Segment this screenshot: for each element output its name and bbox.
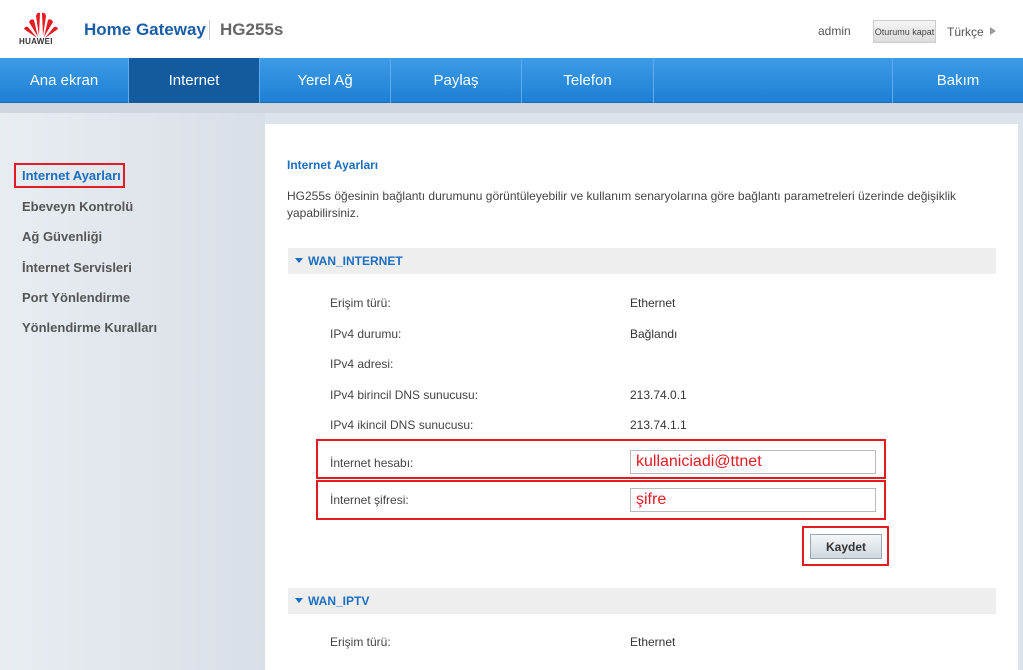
logout-button[interactable]: Oturumu kapat <box>873 20 936 43</box>
field-value: 213.74.1.1 <box>630 418 687 432</box>
field-label: IPv4 adresi: <box>330 357 394 371</box>
section-title: WAN_IPTV <box>308 594 370 608</box>
sidebar-item-port-forwarding[interactable]: Port Yönlendirme <box>22 290 130 305</box>
content-stripe <box>0 103 1023 113</box>
chevron-down-icon[interactable] <box>295 258 303 263</box>
field-label: Erişim türü: <box>330 296 391 310</box>
field-value: Bağlandı <box>630 327 678 341</box>
sidebar-item-network-security[interactable]: Ağ Güvenliği <box>22 229 102 244</box>
sidebar <box>0 113 265 670</box>
page-title: Internet Ayarları <box>287 158 379 172</box>
section-header-wan-iptv[interactable]: WAN_IPTV <box>288 588 996 614</box>
nav-item-maintenance[interactable]: Bakım <box>893 58 1023 103</box>
brand-title: Home Gateway <box>84 20 206 39</box>
sidebar-item-parental-control[interactable]: Ebeveyn Kontrolü <box>22 199 133 214</box>
model-name: HG255s <box>220 20 284 39</box>
chevron-down-icon[interactable] <box>295 598 303 603</box>
logo-text: HUAWEI <box>19 37 53 46</box>
page-description: HG255s öğesinin bağlantı durumunu görünt… <box>287 189 957 220</box>
header: HUAWEI Home Gateway HG255s admin Oturumu… <box>0 0 1023 58</box>
main-nav: Ana ekran Internet Yerel Ağ Paylaş Telef… <box>0 58 1023 103</box>
field-label: IPv4 birincil DNS sunucusu: <box>330 388 479 402</box>
account-label: İnternet hesabı: <box>330 456 414 470</box>
header-divider <box>209 20 210 40</box>
username: admin <box>818 24 851 38</box>
internet-account-input[interactable] <box>630 450 876 474</box>
highlight-box <box>14 163 125 188</box>
field-label: IPv4 ikincil DNS sunucusu: <box>330 418 474 432</box>
internet-password-input[interactable] <box>630 488 876 512</box>
sidebar-item-routing-rules[interactable]: Yönlendirme Kuralları <box>22 320 157 335</box>
save-button[interactable]: Kaydet <box>810 534 882 559</box>
field-label: IPv4 durumu: <box>330 327 402 341</box>
password-label: İnternet şifresi: <box>330 493 409 507</box>
nav-spacer <box>654 58 893 103</box>
sidebar-item-internet-services[interactable]: İnternet Servisleri <box>22 260 132 275</box>
section-header-wan-internet[interactable]: WAN_INTERNET <box>288 248 996 274</box>
field-value: 213.74.0.1 <box>630 388 687 402</box>
nav-item-home[interactable]: Ana ekran <box>0 58 129 103</box>
nav-item-internet[interactable]: Internet <box>129 58 260 103</box>
field-value: Ethernet <box>630 296 676 310</box>
language-selector[interactable]: Türkçe <box>947 25 984 39</box>
nav-item-phone[interactable]: Telefon <box>522 58 654 103</box>
nav-item-share[interactable]: Paylaş <box>391 58 522 103</box>
field-label: Erişim türü: <box>330 635 391 649</box>
nav-item-local-network[interactable]: Yerel Ağ <box>260 58 391 103</box>
field-value: Ethernet <box>630 635 676 649</box>
section-title: WAN_INTERNET <box>308 254 403 268</box>
caret-right-icon[interactable] <box>990 27 996 35</box>
